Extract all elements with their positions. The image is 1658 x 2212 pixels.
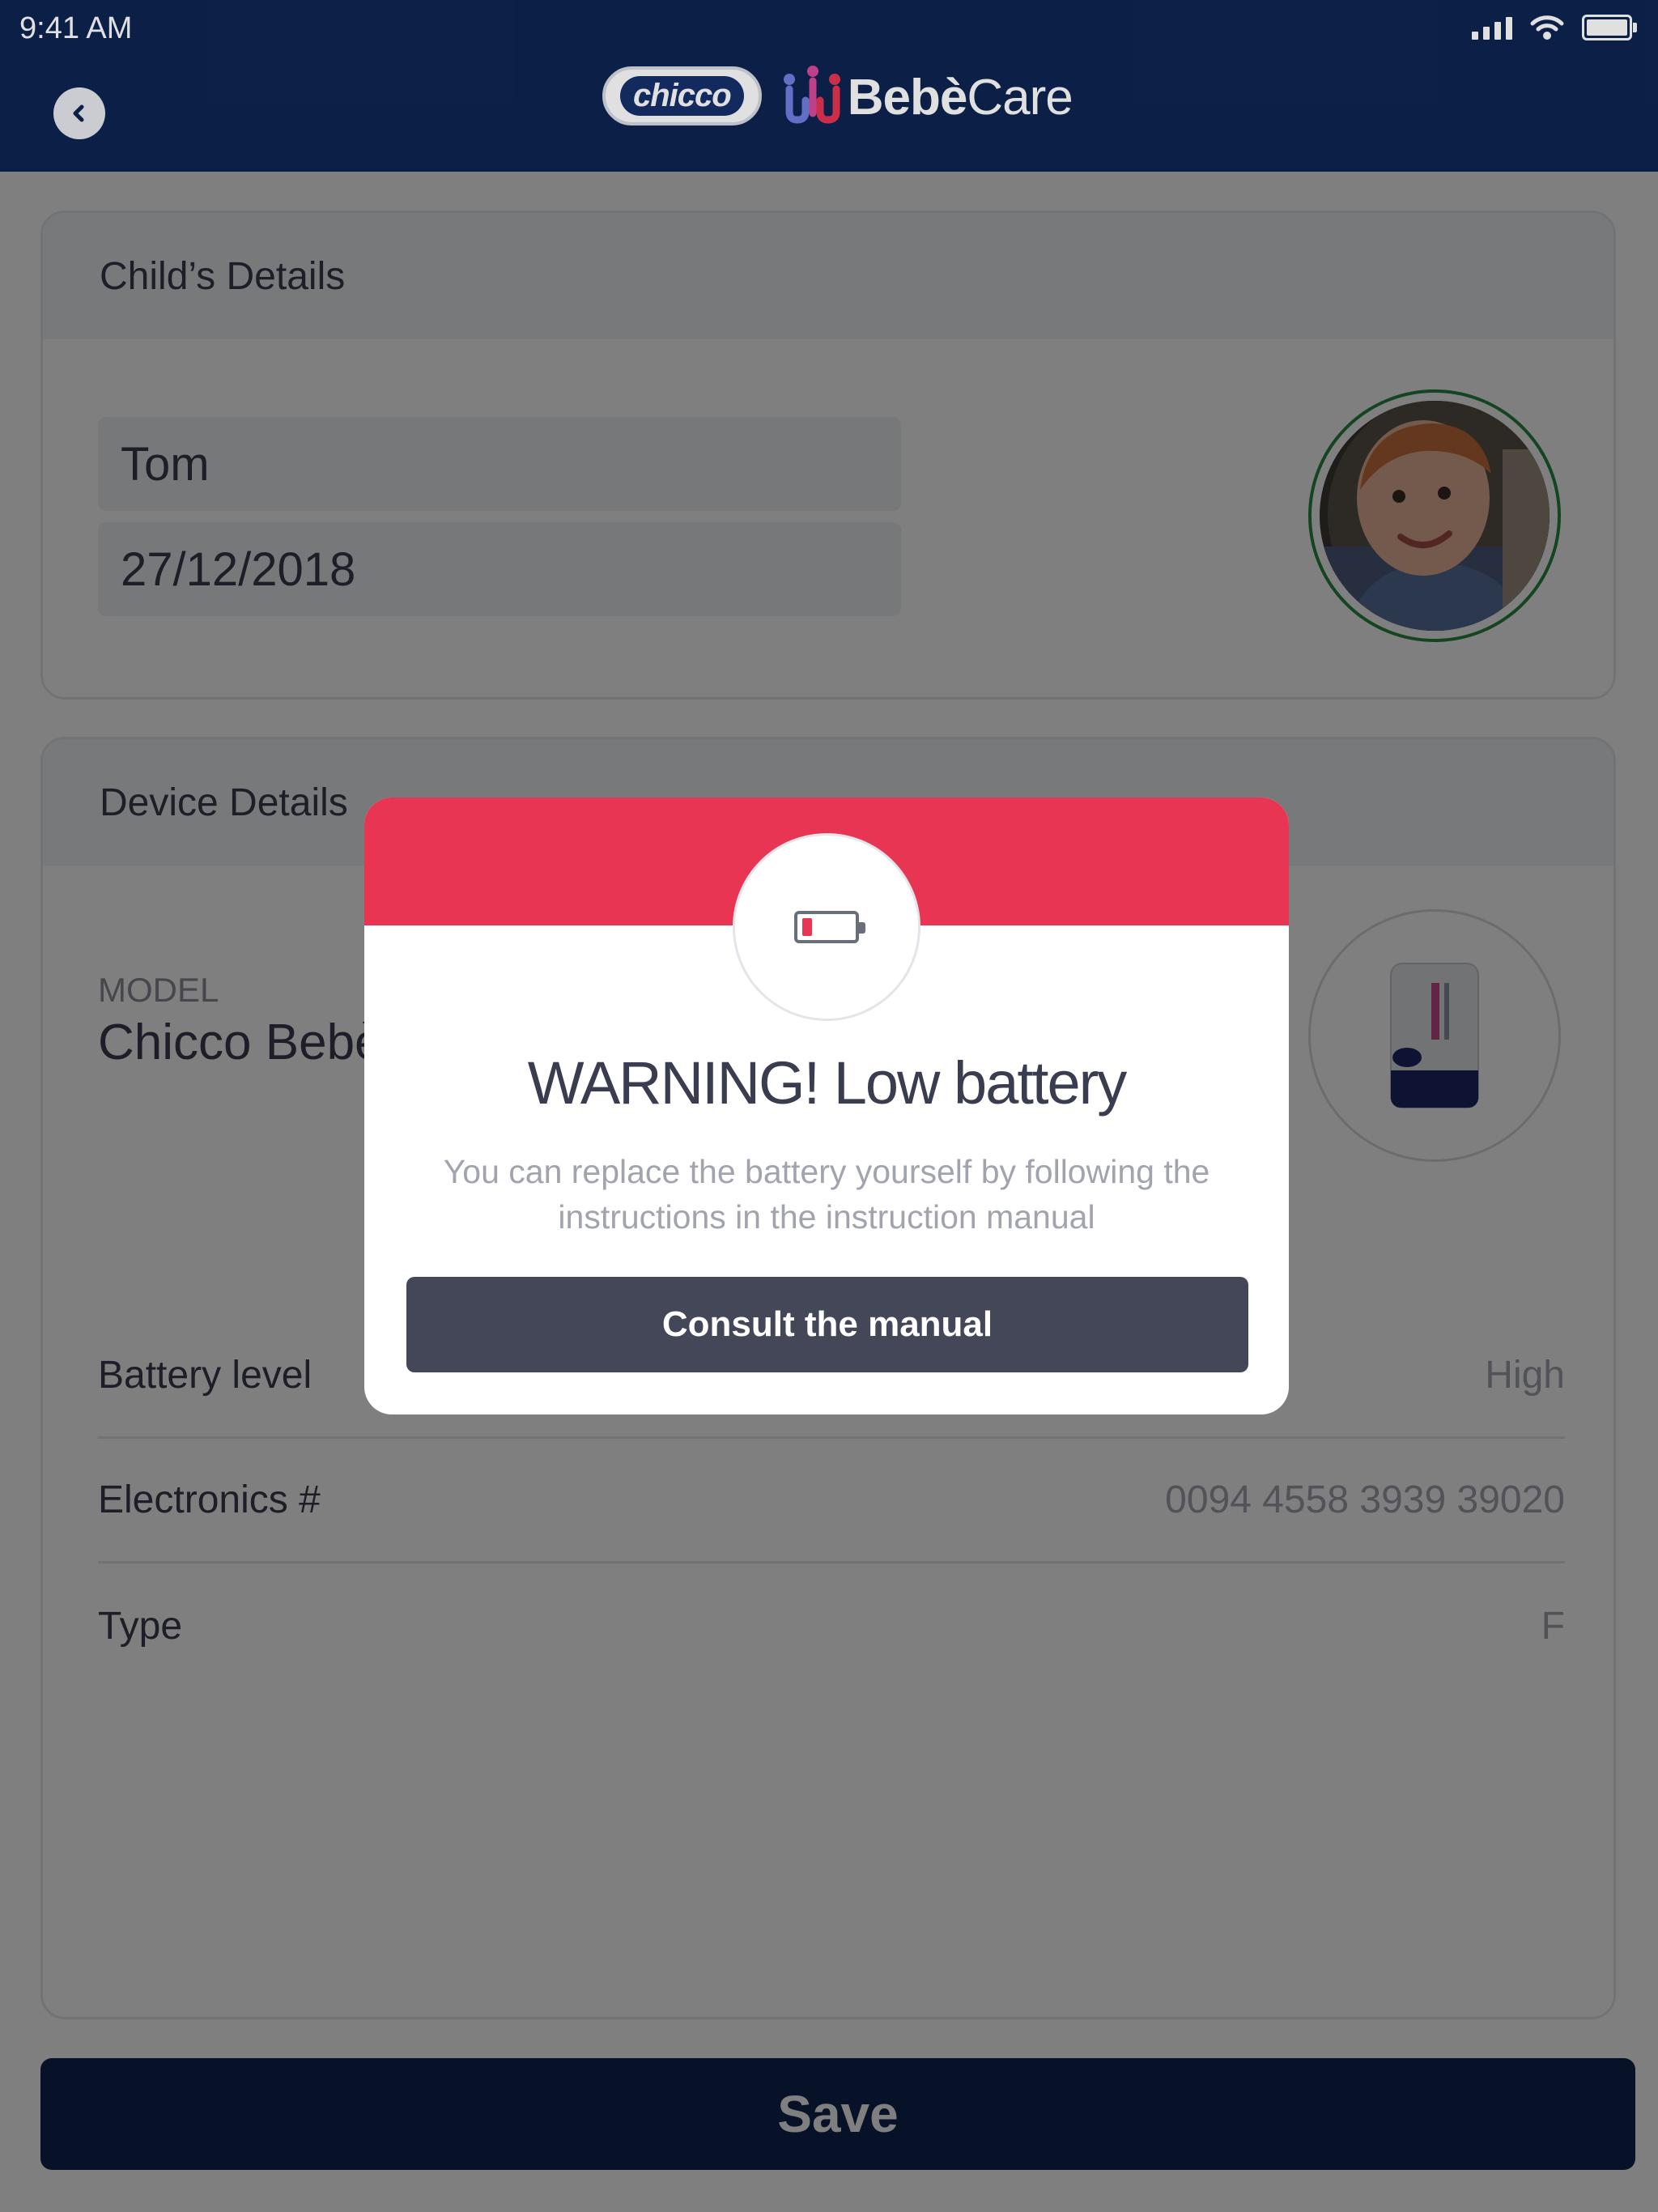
modal-message: You can replace the battery yourself by … [443, 1153, 1210, 1236]
modal-icon-circle [733, 833, 920, 1021]
top-bar: 9:41 AM chicco BebèCare [0, 0, 1658, 172]
low-battery-modal: WARNING! Low battery You can replace the… [364, 798, 1289, 1414]
low-battery-icon [794, 911, 865, 943]
low-battery-fill [802, 918, 812, 936]
consult-manual-button[interactable]: Consult the manual [406, 1277, 1248, 1372]
topbar-dim [0, 0, 1658, 172]
modal-title: WARNING! Low battery [527, 1049, 1128, 1117]
